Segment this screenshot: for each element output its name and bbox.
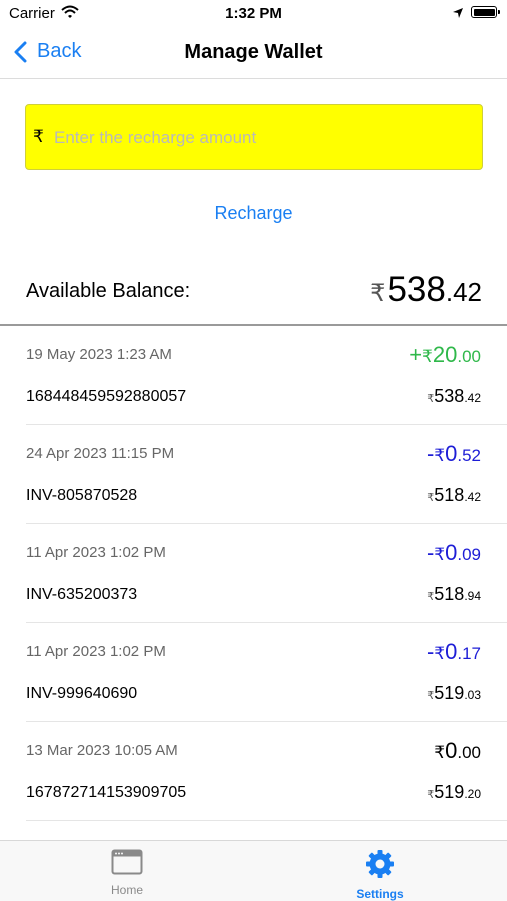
transaction-date: 19 May 2023 1:23 AM xyxy=(26,346,172,363)
recharge-button[interactable]: Recharge xyxy=(0,203,507,224)
transaction-amount: -₹0.09 xyxy=(426,540,481,565)
transaction-reference: INV-805870528 xyxy=(26,487,138,504)
location-arrow-icon xyxy=(452,6,464,24)
available-balance-label: Available Balance: xyxy=(26,280,191,302)
transaction-reference: INV-635200373 xyxy=(26,586,138,603)
tab-settings[interactable]: Settings xyxy=(320,849,440,901)
tab-settings-label: Settings xyxy=(356,887,404,901)
transaction-row[interactable]: 13 Mar 2023 10:05 AM 167872714153909705 … xyxy=(0,722,507,821)
transaction-row[interactable]: 19 May 2023 1:23 AM 168448459592880057 +… xyxy=(0,326,507,425)
tab-home[interactable]: Home xyxy=(67,849,187,897)
transaction-reference: 168448459592880057 xyxy=(26,388,187,405)
transaction-amount: +₹20.00 xyxy=(409,342,481,367)
navigation-bar: Back Manage Wallet xyxy=(0,30,507,79)
transaction-running-balance: ₹518.42 xyxy=(427,485,481,505)
balance-currency-symbol: ₹ xyxy=(370,280,386,307)
available-balance-value: ₹538.42 xyxy=(370,270,482,310)
recharge-amount-box: ₹ xyxy=(25,104,483,170)
tab-bar: Home Settings xyxy=(0,840,507,901)
gear-icon xyxy=(366,850,394,878)
transaction-reference: INV-999640690 xyxy=(26,685,138,702)
transaction-reference: 167872714153909705 xyxy=(26,784,187,801)
status-bar: Carrier 1:32 PM xyxy=(0,0,507,30)
recharge-amount-input[interactable] xyxy=(52,123,476,153)
status-time: 1:32 PM xyxy=(225,5,282,22)
transaction-running-balance: ₹518.94 xyxy=(427,584,481,604)
transaction-amount: -₹0.17 xyxy=(426,639,481,664)
transaction-row[interactable]: 11 Apr 2023 1:02 PM INV-635200373 -₹0.09… xyxy=(0,524,507,623)
page-title: Manage Wallet xyxy=(184,41,323,63)
transaction-amount: -₹0.52 xyxy=(426,441,481,466)
transaction-row[interactable]: 24 Apr 2023 11:15 PM INV-805870528 -₹0.5… xyxy=(0,425,507,524)
transaction-running-balance: ₹538.42 xyxy=(427,386,481,406)
transaction-date: 13 Mar 2023 10:05 AM xyxy=(26,742,178,759)
row-divider xyxy=(26,820,507,821)
transaction-date: 11 Apr 2023 1:02 PM xyxy=(26,643,166,660)
balance-int: 538 xyxy=(387,270,446,309)
transaction-date: 11 Apr 2023 1:02 PM xyxy=(26,544,166,561)
transaction-running-balance: ₹519.20 xyxy=(427,782,481,802)
browser-window-icon xyxy=(111,849,143,875)
rupee-prefix: ₹ xyxy=(33,127,44,146)
transaction-row[interactable]: 11 Apr 2023 1:02 PM INV-999640690 -₹0.17… xyxy=(0,623,507,722)
battery-icon xyxy=(471,6,500,18)
transaction-amount: ₹0.00 xyxy=(434,738,481,763)
tab-home-label: Home xyxy=(110,883,143,897)
transaction-running-balance: ₹519.03 xyxy=(427,683,481,703)
balance-dec: .42 xyxy=(445,277,482,307)
transaction-date: 24 Apr 2023 11:15 PM xyxy=(26,445,175,462)
